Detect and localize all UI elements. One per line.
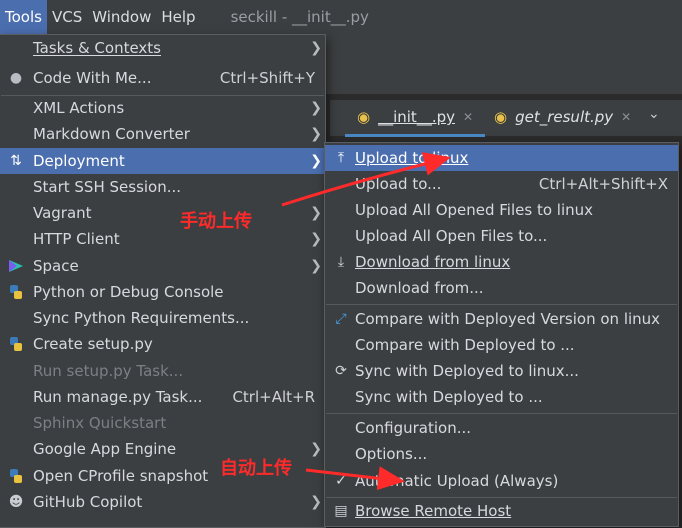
menu-item-options[interactable]: Options...	[325, 441, 678, 467]
menu-help[interactable]: Help	[156, 0, 200, 34]
menu-item-configuration[interactable]: Configuration...	[325, 415, 678, 441]
menu-item-code-with-me[interactable]: ● Code With Me... Ctrl+Shift+Y	[0, 65, 325, 91]
python-file-icon: ◉	[494, 108, 508, 126]
menu-item-compare-deployed-linux[interactable]: ⤢ Compare with Deployed Version on linux	[325, 306, 678, 332]
download-icon: ⤓	[337, 254, 345, 270]
divider	[326, 413, 677, 414]
chevron-right-icon: ❯	[310, 100, 322, 116]
python-file-icon: ◉	[357, 108, 371, 126]
menu-item-markdown-converter[interactable]: Markdown Converter ❯	[0, 121, 325, 147]
menu-item-download-from-linux[interactable]: ⤓ Download from linux	[325, 249, 678, 275]
menu-window[interactable]: Window	[87, 0, 156, 34]
menu-item-vagrant[interactable]: Vagrant ❯	[0, 200, 325, 226]
divider	[326, 304, 677, 305]
users-icon: ●	[9, 70, 23, 86]
chevron-right-icon: ❯	[310, 231, 322, 247]
menu-tools[interactable]: Tools	[0, 0, 47, 34]
remote-host-icon: ▤	[334, 503, 348, 519]
deployment-icon: ⇅	[10, 153, 22, 169]
annotation-manual-upload: 手动上传	[180, 211, 252, 232]
menu-item-sync-python-requirements[interactable]: Sync Python Requirements...	[0, 305, 325, 331]
menu-item-deployment[interactable]: ⇅ Deployment ❯	[0, 148, 325, 174]
menu-item-download-from[interactable]: Download from...	[325, 275, 678, 301]
tab-init-py[interactable]: ◉ __init__.py ✕	[345, 100, 485, 137]
menu-item-upload-to-linux[interactable]: ⤒ Upload to linux	[325, 145, 678, 171]
menu-item-upload-to[interactable]: Upload to... Ctrl+Alt+Shift+X	[325, 171, 678, 197]
menu-vcs[interactable]: VCS	[47, 0, 87, 34]
menu-item-github-copilot[interactable]: ☻ GitHub Copilot ❯	[0, 489, 325, 515]
close-icon[interactable]: ✕	[463, 110, 473, 124]
menu-item-upload-all-open-to[interactable]: Upload All Open Files to...	[325, 223, 678, 249]
tab-label: __init__.py	[378, 108, 455, 126]
menu-item-tasks-contexts[interactable]: Tasks & Contexts ❯	[0, 35, 325, 61]
space-icon	[7, 257, 25, 275]
menu-item-create-setup-py[interactable]: Create setup.py	[0, 331, 325, 357]
copilot-icon: ☻	[8, 494, 24, 510]
python-icon	[7, 335, 25, 353]
menu-item-sphinx-quickstart: Sphinx Quickstart	[33, 414, 167, 432]
chevron-right-icon: ❯	[310, 153, 322, 169]
menu-item-start-ssh[interactable]: Start SSH Session...	[0, 174, 325, 200]
annotation-auto-upload: 自动上传	[220, 458, 292, 479]
menu-item-python-console[interactable]: Python or Debug Console	[0, 279, 325, 305]
window-title: seckill - __init__.py	[230, 8, 369, 26]
chevron-right-icon: ❯	[310, 441, 322, 457]
sync-icon: ⟳	[335, 363, 347, 379]
menu-item-automatic-upload[interactable]: ✓ Automatic Upload (Always)	[325, 468, 678, 494]
deployment-submenu: ⤒ Upload to linux Upload to... Ctrl+Alt+…	[324, 142, 679, 527]
tab-label: get_result.py	[515, 108, 614, 126]
close-icon[interactable]: ✕	[621, 110, 631, 124]
chevron-right-icon: ❯	[310, 40, 322, 56]
tab-get-result-py[interactable]: ◉ get_result.py ✕	[492, 100, 632, 134]
checkmark-icon: ✓	[335, 473, 347, 489]
compare-icon: ⤢	[335, 311, 347, 327]
chevron-right-icon: ❯	[310, 126, 322, 142]
python-icon	[7, 283, 25, 301]
python-icon	[7, 467, 25, 485]
menu-bar: Tools VCS Window Help seckill - __init__…	[0, 0, 682, 34]
menu-item-http-client[interactable]: HTTP Client ❯	[0, 226, 325, 252]
menu-item-sync-deployed-to[interactable]: Sync with Deployed to ...	[325, 384, 678, 410]
menu-item-run-setup-py-task: Run setup.py Task...	[33, 362, 184, 380]
chevron-right-icon: ❯	[310, 494, 322, 510]
menu-item-run-manage-py-task[interactable]: Run manage.py Task... Ctrl+Alt+R	[0, 384, 325, 410]
menu-item-compare-deployed-to[interactable]: Compare with Deployed to ...	[325, 332, 678, 358]
menu-item-xml-actions[interactable]: XML Actions ❯	[0, 95, 325, 121]
menu-item-sync-deployed-linux[interactable]: ⟳ Sync with Deployed to linux...	[325, 358, 678, 384]
menu-item-browse-remote-host[interactable]: ▤ Browse Remote Host	[325, 498, 678, 524]
chevron-right-icon: ❯	[310, 205, 322, 221]
menu-item-upload-all-opened-linux[interactable]: Upload All Opened Files to linux	[325, 197, 678, 223]
menu-item-space[interactable]: Space ❯	[0, 253, 325, 279]
upload-icon: ⤒	[337, 150, 345, 166]
chevron-right-icon: ❯	[310, 258, 322, 274]
chevron-down-icon[interactable]: ⌄	[648, 106, 660, 122]
